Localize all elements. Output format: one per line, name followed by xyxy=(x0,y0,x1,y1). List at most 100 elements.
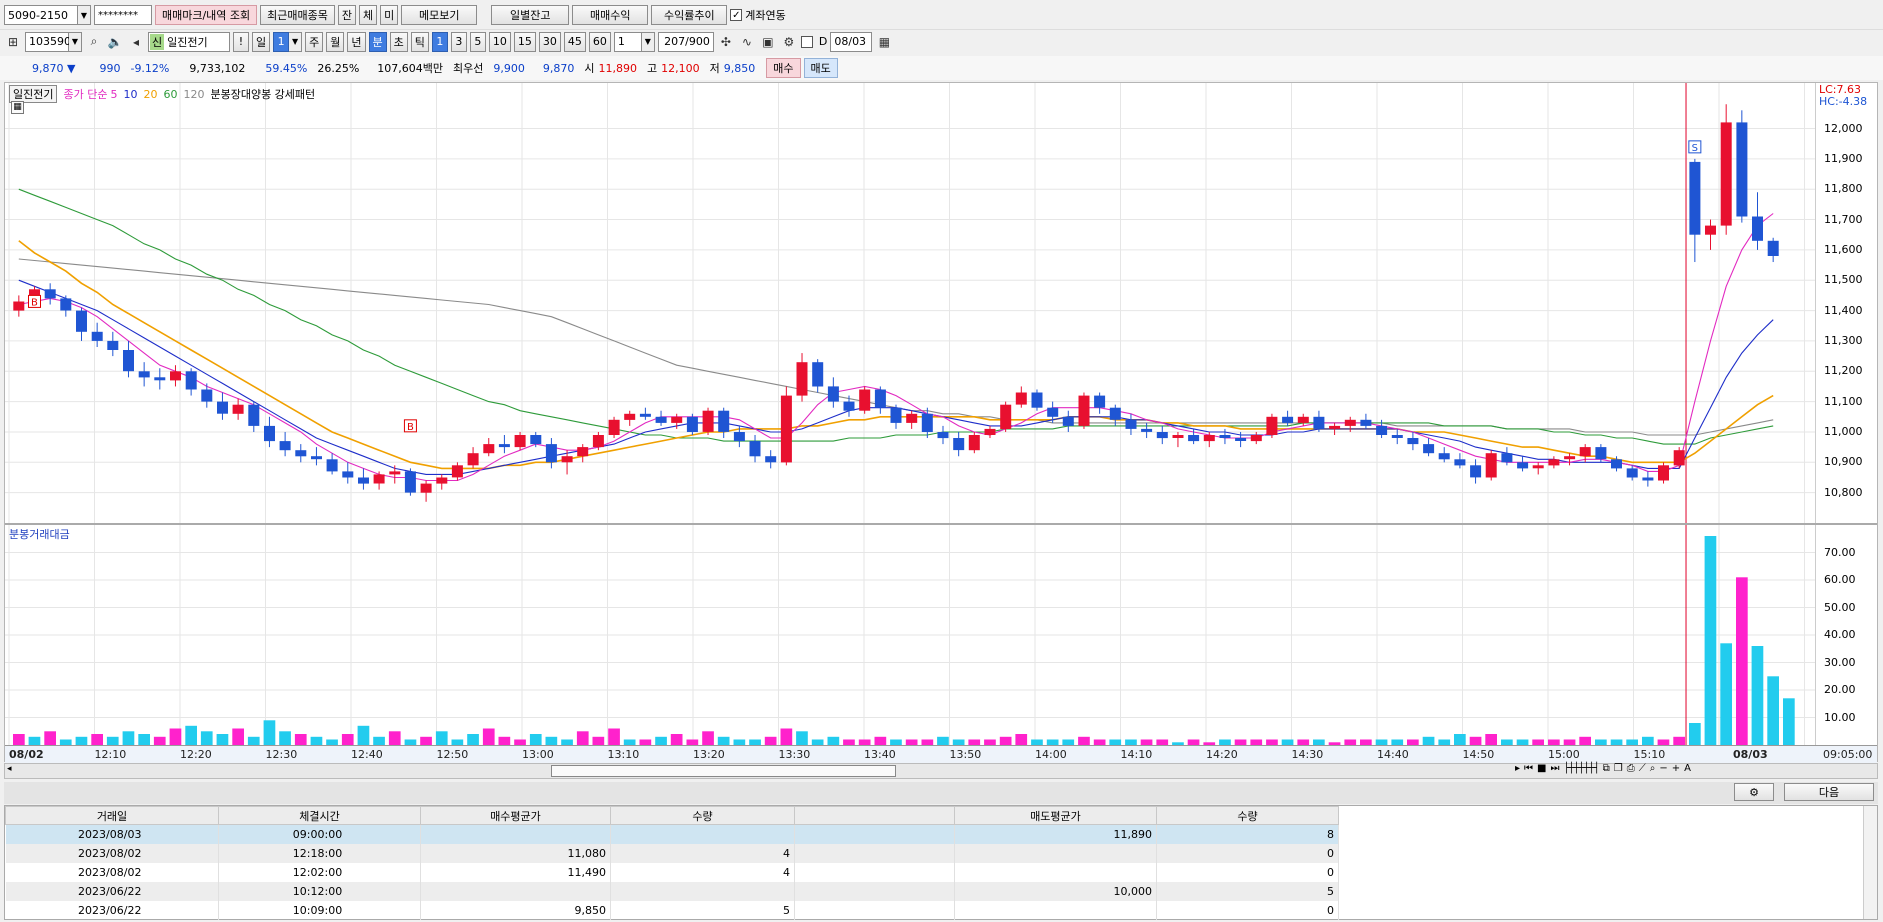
period-month[interactable]: 월 xyxy=(326,31,345,52)
col-buy-qty[interactable]: 수량 xyxy=(610,806,795,825)
calendar-icon[interactable]: ▦ xyxy=(875,32,893,52)
link-account-checkbox[interactable]: ✓ 계좌연동 xyxy=(730,7,786,23)
daily-balance-button[interactable]: 일별잔고 xyxy=(491,5,570,25)
minute-5[interactable]: 5 xyxy=(469,31,486,52)
candle-body xyxy=(812,362,824,387)
layout-icon[interactable]: ⧉ xyxy=(1603,763,1610,774)
code-select[interactable]: 103590 ▼ xyxy=(25,31,82,52)
col-empty[interactable] xyxy=(794,806,955,825)
period-second[interactable]: 초 xyxy=(389,31,408,52)
play-icon[interactable]: ▸ xyxy=(1515,763,1520,774)
calculator-icon[interactable]: ▦ xyxy=(11,101,24,114)
buy-button[interactable]: 매수 xyxy=(766,58,801,78)
col-buy-avg[interactable]: 매수평균가 xyxy=(420,806,611,825)
executed-button[interactable]: 체 xyxy=(359,5,378,25)
candle-body xyxy=(1438,453,1450,460)
volume-bar xyxy=(263,720,276,746)
memo-button[interactable]: 메모보기 xyxy=(401,5,478,25)
period-year[interactable]: 년 xyxy=(347,31,366,52)
balance-button[interactable]: 잔 xyxy=(337,5,357,25)
trade-mark-button[interactable]: 매매마크/내역 조회 xyxy=(155,5,258,25)
save-icon[interactable]: ▣ xyxy=(759,32,777,52)
period-day[interactable]: 일 xyxy=(252,31,271,52)
minus-icon[interactable]: − xyxy=(1659,763,1667,774)
count-field[interactable]: 207 /900 xyxy=(657,31,714,52)
buy-marker[interactable]: B xyxy=(27,294,41,308)
period-count[interactable]: 1 xyxy=(273,31,290,52)
chart-scrollbar[interactable]: ◂ ▸ ⏮ ■ ⏭ ├┼┼┼┼┼┤ ⧉ ❐ ⎙ ⟋ ⌕ − + A xyxy=(4,763,1878,779)
period-minute[interactable]: 분 xyxy=(368,31,387,52)
rewind-icon[interactable]: ⏮ xyxy=(1524,763,1533,774)
minute-10[interactable]: 10 xyxy=(488,31,511,52)
minute-1[interactable]: 1 xyxy=(431,31,448,52)
table-row[interactable]: 2023/08/02 12:02:00 11,490 4 0 xyxy=(5,862,1339,882)
unfilled-button[interactable]: 미 xyxy=(380,5,399,25)
col-exec-time[interactable]: 체결시간 xyxy=(218,806,421,825)
candle-body xyxy=(1658,465,1669,481)
minute-15[interactable]: 15 xyxy=(513,31,536,52)
chart-area[interactable]: B B S 일진전기 종가 단순 5 10 20 60 120 분봉장대양봉 강세패… xyxy=(4,82,1878,763)
volume-bar xyxy=(279,731,291,746)
date-field[interactable]: 08/03 xyxy=(830,31,873,52)
next-button[interactable]: 다음 xyxy=(1784,783,1874,801)
zoom-icon[interactable]: ⌕ xyxy=(1650,763,1656,774)
draw-icon[interactable]: ⟋ xyxy=(1639,763,1646,774)
settings-button[interactable]: ⚙ xyxy=(1734,783,1774,801)
chevron-down-icon[interactable]: ▼ xyxy=(69,31,82,52)
search-icon[interactable]: ⌕ xyxy=(85,32,103,52)
unit-value[interactable]: 1 xyxy=(613,31,642,52)
trade-profit-button[interactable]: 매매수익 xyxy=(572,5,649,25)
table-row[interactable]: 2023/06/22 10:12:00 10,000 5 xyxy=(5,881,1339,901)
col-trade-date[interactable]: 거래일 xyxy=(5,806,219,825)
col-sell-qty[interactable]: 수량 xyxy=(1156,806,1339,825)
price-chart[interactable]: B B S xyxy=(5,83,1815,523)
plus-icon[interactable]: + xyxy=(1672,763,1680,774)
time-tick: 12:40 xyxy=(351,748,383,761)
sell-marker[interactable]: S xyxy=(1688,140,1702,154)
price-panel[interactable]: B B S 일진전기 종가 단순 5 10 20 60 120 분봉장대양봉 강세패… xyxy=(5,83,1815,523)
stop-icon[interactable]: ■ xyxy=(1537,763,1546,774)
period-count-select[interactable]: 1 ▼ xyxy=(273,31,303,52)
table-row[interactable]: 2023/06/22 10:09:00 9,850 5 0 xyxy=(5,900,1339,920)
copy-icon[interactable]: ❐ xyxy=(1614,763,1623,774)
scroll-thumb[interactable] xyxy=(551,765,896,777)
col-sell-avg[interactable]: 매도평균가 xyxy=(954,806,1157,825)
speaker-icon[interactable]: 🔈 xyxy=(106,32,124,52)
scroll-left-icon[interactable]: ◂ xyxy=(7,764,12,774)
volume-bar xyxy=(122,731,135,746)
account-select[interactable]: 5090-2150 ▼ xyxy=(4,5,91,25)
sell-button[interactable]: 매도 xyxy=(803,58,838,78)
unit-select[interactable]: 1 ▼ xyxy=(613,31,655,52)
table-scrollbar[interactable] xyxy=(1863,806,1877,919)
period-week[interactable]: 주 xyxy=(305,31,324,52)
volume-chart[interactable] xyxy=(5,525,1815,746)
buy-marker[interactable]: B xyxy=(403,419,417,433)
stock-code[interactable]: 103590 xyxy=(25,31,71,52)
minute-30[interactable]: 30 xyxy=(538,31,561,52)
table-row[interactable]: 2023/08/03 09:00:00 11,890 8 xyxy=(5,824,1339,844)
chevron-down-icon[interactable]: ▼ xyxy=(78,5,91,25)
text-icon[interactable]: A xyxy=(1684,763,1691,774)
chevron-left-icon[interactable]: ◂ xyxy=(127,32,145,52)
table-row[interactable]: 2023/08/02 12:18:00 11,080 4 0 xyxy=(5,843,1339,863)
stock-name-field[interactable]: 신 일진전기 xyxy=(148,31,230,52)
minute-45[interactable]: 45 xyxy=(563,31,586,52)
wave-icon[interactable]: ∿ xyxy=(738,32,756,52)
crosshair-icon[interactable]: ✣ xyxy=(717,32,735,52)
zoom-slider[interactable]: ├┼┼┼┼┼┤ xyxy=(1563,763,1599,774)
minute-3[interactable]: 3 xyxy=(450,31,467,52)
chevron-down-icon[interactable]: ▼ xyxy=(289,31,303,52)
recent-trades-button[interactable]: 최근매매종목 xyxy=(260,5,335,25)
period-tick[interactable]: 틱 xyxy=(410,31,429,52)
print-icon[interactable]: ⎙ xyxy=(1627,763,1635,774)
forward-icon[interactable]: ⏭ xyxy=(1550,763,1559,774)
gear-icon[interactable]: ⚙ xyxy=(780,32,798,52)
profit-trend-button[interactable]: 수익률추이 xyxy=(651,5,728,25)
grid-icon[interactable]: ⊞ xyxy=(4,32,22,52)
date-checkbox[interactable] xyxy=(800,35,813,48)
volume-panel[interactable]: 분봉거래대금 xyxy=(5,525,1815,746)
password-field[interactable]: ******** xyxy=(94,5,152,25)
minute-60[interactable]: 60 xyxy=(588,31,611,52)
chevron-down-icon[interactable]: ▼ xyxy=(641,31,655,52)
alert-button[interactable]: ! xyxy=(233,31,249,52)
